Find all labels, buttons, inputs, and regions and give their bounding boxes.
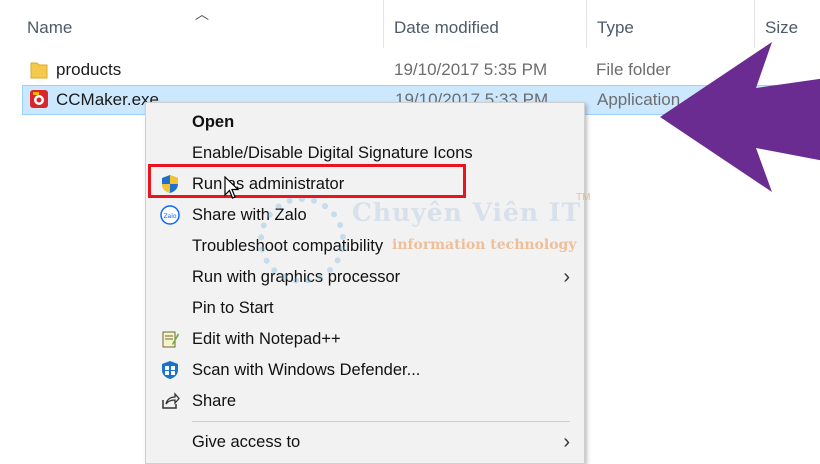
app-icon: [30, 90, 48, 108]
notepad-plus-plus-icon: [162, 331, 179, 348]
menu-separator: [192, 421, 570, 422]
column-type[interactable]: Type: [597, 18, 634, 38]
menu-item-label: Share: [192, 392, 237, 410]
file-name: products: [56, 60, 122, 79]
column-name[interactable]: Name: [27, 18, 72, 38]
mouse-cursor-icon: [224, 176, 240, 199]
column-divider[interactable]: [754, 0, 755, 48]
menu-item-label: Scan with Windows Defender...: [192, 361, 421, 379]
chevron-right-icon: ›: [563, 431, 570, 453]
file-date: 19/10/2017 5:35 PM: [394, 60, 548, 79]
menu-item-pin-start[interactable]: Pin to Start: [146, 293, 584, 324]
highlight-box: [148, 164, 466, 198]
menu-item-give-access[interactable]: Give access to ›: [146, 427, 584, 458]
column-divider[interactable]: [586, 0, 587, 48]
share-icon: [162, 392, 180, 409]
menu-item-label: Pin to Start: [192, 299, 274, 317]
menu-item-label: Enable/Disable Digital Signature Icons: [192, 144, 473, 162]
context-menu: Open Enable/Disable Digital Signature Ic…: [145, 102, 585, 464]
watermark-logo: [258, 196, 346, 284]
menu-item-run-graphics[interactable]: Run with graphics processor ›: [146, 262, 584, 293]
menu-item-open[interactable]: Open: [146, 107, 584, 138]
file-name: CCMaker.exe: [56, 90, 159, 109]
sort-ascending-icon: ︿: [195, 6, 209, 22]
menu-item-scan-defender[interactable]: Scan with Windows Defender...: [146, 355, 584, 386]
chevron-right-icon: ›: [563, 266, 570, 288]
menu-item-label: Give access to: [192, 433, 301, 451]
watermark-trademark: TM: [576, 192, 591, 203]
menu-item-label: Edit with Notepad++: [192, 330, 341, 348]
windows-defender-icon: [162, 361, 178, 379]
folder-icon: [30, 62, 48, 79]
column-size[interactable]: Size: [765, 18, 798, 38]
svg-text:Zalo: Zalo: [163, 213, 176, 220]
zalo-icon: Zalo: [160, 205, 180, 225]
menu-item-share[interactable]: Share: [146, 386, 584, 417]
menu-item-label: Open: [192, 113, 235, 131]
watermark-title: Chuyên Viên IT: [352, 198, 582, 227]
watermark-subtitle: information technology: [392, 237, 577, 253]
menu-item-edit-notepad[interactable]: Edit with Notepad++: [146, 324, 584, 355]
column-divider[interactable]: [383, 0, 384, 48]
purple-arrow-icon: [660, 42, 820, 192]
column-date-modified[interactable]: Date modified: [394, 18, 499, 38]
